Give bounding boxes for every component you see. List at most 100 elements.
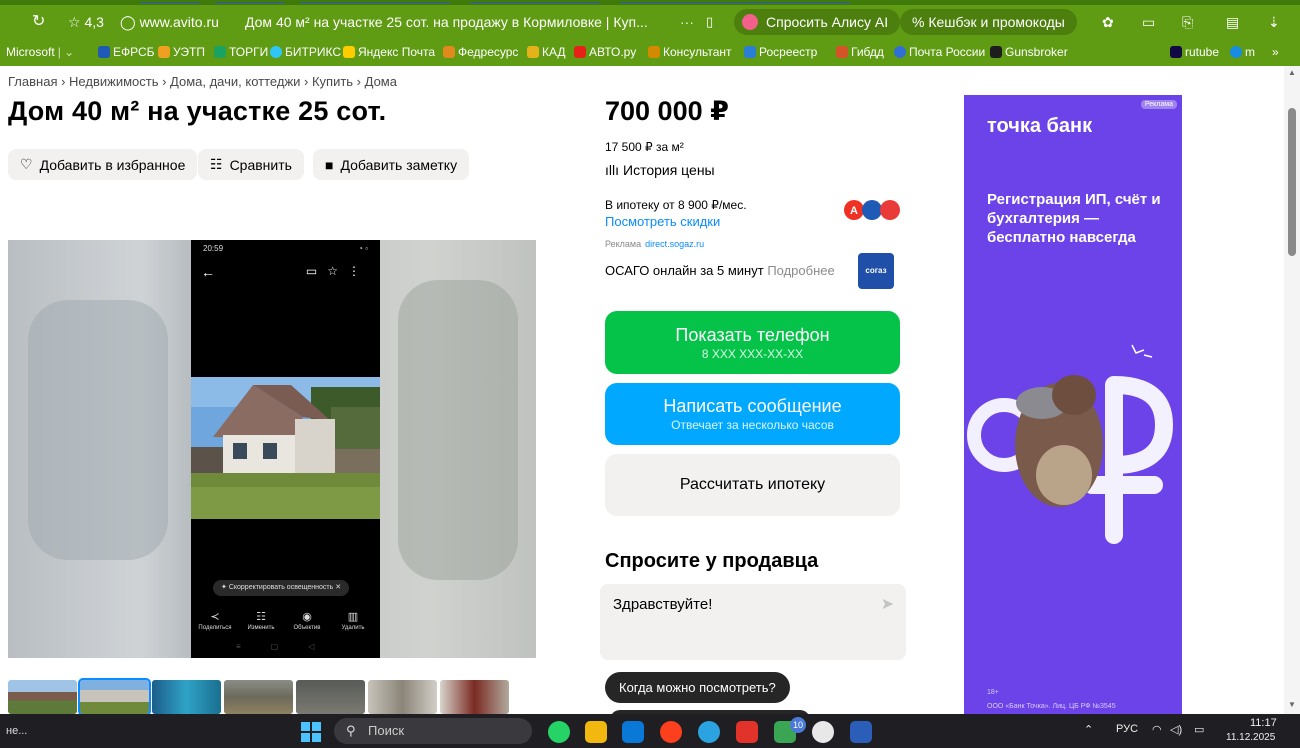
windows-start-icon[interactable]	[301, 722, 321, 742]
tray-chevron-icon[interactable]: ⌃	[1084, 723, 1093, 736]
scroll-thumb[interactable]	[1288, 108, 1296, 256]
page-scrollbar[interactable]: ▲ ▼	[1284, 66, 1300, 714]
thumbnail[interactable]	[368, 680, 437, 714]
rating-badge[interactable]: ☆ 4,3	[68, 10, 104, 34]
discounts-link[interactable]: Посмотреть скидки	[605, 214, 720, 229]
calculate-mortgage-button[interactable]: Рассчитать ипотеку	[605, 454, 900, 516]
clock-date[interactable]: 11.12.2025	[1226, 732, 1275, 743]
post-icon	[894, 46, 906, 58]
wifi-icon[interactable]: ◠	[1152, 723, 1162, 736]
bookmark-bitrix[interactable]: БИТРИКС	[270, 45, 341, 59]
pdf-icon[interactable]	[736, 721, 758, 743]
thumbnail-selected[interactable]	[78, 678, 151, 714]
chart-icon: ıllı	[605, 162, 619, 178]
bank-logos-icon: А	[844, 200, 900, 220]
add-note-button[interactable]: ■ Добавить заметку	[313, 149, 470, 180]
alice-button[interactable]: Спросить Алису AI	[734, 9, 901, 35]
thumbnail[interactable]	[296, 680, 365, 714]
bookmark-rosreestr[interactable]: Росреестр	[744, 45, 817, 59]
downloads-icon[interactable]: ⇣	[1268, 10, 1280, 34]
volume-icon[interactable]: ◁)	[1170, 723, 1182, 736]
consultant-icon	[648, 46, 660, 58]
compare-icon: ☷	[210, 156, 223, 172]
word-icon[interactable]	[850, 721, 872, 743]
add-favorite-button[interactable]: ♡ Добавить в избранное	[8, 149, 198, 180]
battery-icon[interactable]: ▭	[1142, 10, 1155, 34]
share-icon: ≺	[210, 611, 220, 623]
photo-gallery[interactable]: 20:59 ◔ ▫ ← ▭☆⋮ ✦ Скорректировать освеще…	[8, 240, 536, 658]
bookmark-kad[interactable]: КАД	[527, 45, 566, 59]
tab-title[interactable]: Дом 40 м² на участке 25 сот. на продажу …	[245, 10, 648, 34]
clock-time[interactable]: 11:17	[1250, 717, 1277, 729]
bookmark-gibdd[interactable]: Гибдд	[836, 45, 884, 59]
uetp-icon	[158, 46, 170, 58]
bookmark-consultant[interactable]: Консультант	[648, 45, 732, 59]
thumbnail[interactable]	[224, 680, 293, 714]
whatsapp-icon[interactable]	[548, 721, 570, 743]
bookmark-microsoft[interactable]: Microsoft | ⌄	[6, 45, 74, 59]
compare-button[interactable]: ☷ Сравнить	[198, 149, 304, 180]
scroll-down-icon[interactable]: ▼	[1288, 700, 1296, 709]
file-explorer-icon[interactable]	[585, 721, 607, 743]
ad-age-rating: 18+	[987, 689, 999, 696]
bookmark-m[interactable]: m	[1230, 45, 1255, 59]
write-message-button[interactable]: Написать сообщение Отвечает за несколько…	[605, 383, 900, 445]
taskbar-search[interactable]: ⚲ Поиск	[334, 718, 532, 744]
bookmarks-overflow[interactable]: »	[1272, 45, 1279, 59]
bitrix-icon	[270, 46, 282, 58]
gunsbroker-icon	[990, 46, 1002, 58]
bookmark-gunsbroker[interactable]: Gunsbroker	[990, 45, 1068, 59]
wallet-icon[interactable]: ▤	[1226, 10, 1239, 34]
bookmark-avto[interactable]: АВТО.ру	[574, 45, 636, 59]
price-per-m2: 17 500 ₽ за м²	[605, 140, 684, 154]
input-language[interactable]: РУС	[1116, 723, 1138, 735]
more-icon[interactable]: ···	[680, 10, 694, 34]
rosreestr-icon	[744, 46, 756, 58]
send-icon[interactable]: ➤	[881, 594, 894, 614]
collections-icon[interactable]: ⎘	[1182, 10, 1193, 34]
telegram-icon[interactable]	[698, 721, 720, 743]
extension-icon[interactable]: ✿	[1102, 10, 1114, 34]
bookmark-fedresurs[interactable]: Федресурс	[443, 45, 518, 59]
yandex-icon[interactable]	[660, 721, 682, 743]
torgi-icon	[214, 46, 226, 58]
sogaz-logo[interactable]: согаз	[858, 253, 894, 289]
scroll-up-icon[interactable]: ▲	[1288, 68, 1296, 77]
bookmark-uetp[interactable]: УЭТП	[158, 45, 205, 59]
thumbnail[interactable]	[440, 680, 509, 714]
store-icon[interactable]	[622, 721, 644, 743]
thumbnail[interactable]	[8, 680, 77, 714]
bookmark-rutube[interactable]: rutube	[1170, 45, 1219, 59]
yandex-browser-icon[interactable]	[812, 721, 834, 743]
house-photo	[191, 377, 380, 519]
ad-headline: Регистрация ИП, счёт и бухгалтерия — бес…	[987, 191, 1161, 246]
lens-icon: ◉	[302, 611, 312, 623]
bookmark-yandex-mail[interactable]: Яндекс Почта	[343, 45, 435, 59]
show-phone-button[interactable]: Показать телефон 8 XXX XXX-XX-XX	[605, 311, 900, 374]
price-history-link[interactable]: ıllı История цены	[605, 162, 715, 178]
mail-icon	[343, 46, 355, 58]
rutube-icon	[1170, 46, 1182, 58]
back-arrow-icon: ←	[201, 264, 215, 280]
quick-question-chip[interactable]: Когда можно посмотреть?	[605, 672, 790, 703]
at-icon	[1230, 46, 1242, 58]
thumbnail[interactable]	[152, 680, 221, 714]
bookmark-post[interactable]: Почта России	[894, 45, 985, 59]
bookmark-efrsb[interactable]: ЕФРСБ	[98, 45, 155, 59]
side-advertisement[interactable]: Реклама точка банк Регистрация ИП, счёт …	[964, 95, 1182, 714]
ask-seller-text[interactable]: Здравствуйте!	[613, 596, 712, 613]
bookmark-torgi[interactable]: ТОРГИ	[214, 45, 268, 59]
bookmark-icon[interactable]: ▯	[706, 10, 713, 34]
battery-tray-icon[interactable]: ▭	[1194, 723, 1204, 736]
taskbar-weather[interactable]: не...	[6, 725, 27, 737]
ad-domain-link[interactable]: direct.sogaz.ru	[645, 239, 704, 249]
address-domain: www.avito.ru	[139, 14, 219, 30]
ask-seller-input[interactable]: Здравствуйте! ➤	[600, 584, 906, 660]
breadcrumb[interactable]: Главная › Недвижимость › Дома, дачи, кот…	[8, 74, 397, 89]
cashback-button[interactable]: % Кешбэк и промокоды	[900, 9, 1077, 35]
osago-ad[interactable]: ОСАГО онлайн за 5 минут Подробнее	[605, 263, 835, 278]
security-shield[interactable]: ◯ www.avito.ru	[120, 10, 219, 34]
nav-bar-icons: ≡▢◁	[236, 642, 345, 651]
reload-icon[interactable]: ↻	[32, 10, 45, 34]
avto-icon	[574, 46, 586, 58]
